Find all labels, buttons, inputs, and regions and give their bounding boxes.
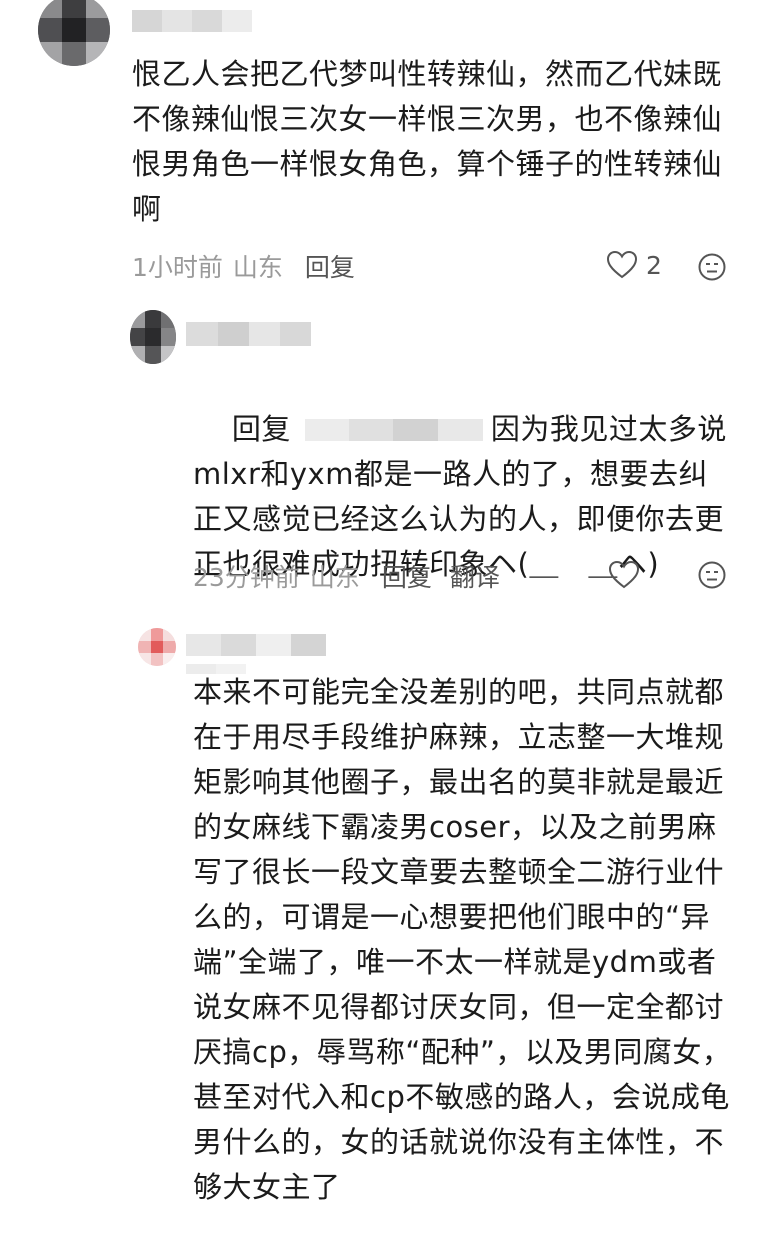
avatar[interactable] (138, 628, 176, 666)
avatar-mosaic (130, 310, 176, 364)
comment-location: 山东 (232, 253, 283, 282)
translate-button[interactable]: 翻译 (450, 558, 500, 594)
username-blurred[interactable] (186, 630, 326, 660)
avatar[interactable] (38, 0, 110, 66)
reply-prefix: 回复 (231, 412, 291, 446)
dislike-face-icon[interactable] (697, 252, 727, 282)
comment-location: 山东 (309, 563, 360, 592)
comment-text: 本来不可能完全没差别的吧，共同点就都在于用尽手段维护麻辣，立志整一大堆规矩影响其… (193, 675, 732, 1204)
reply-button[interactable]: 回复 (382, 558, 432, 594)
comment-meta: 1小时前 山东 回复 (132, 248, 355, 284)
heart-icon (606, 250, 638, 279)
comment-time: 1小时前 (132, 253, 223, 282)
comment-2-reply: 回复 因为我见过太多说mlxr和yxm都是一路人的了，想要去纠正又感觉已经这么认为… (0, 300, 770, 610)
reply-button[interactable]: 回复 (305, 248, 355, 284)
like-count: 2 (646, 250, 662, 280)
comment-3-reply: 本来不可能完全没差别的吧，共同点就都在于用尽手段维护麻辣，立志整一大堆规矩影响其… (0, 610, 770, 1240)
username-blurred[interactable] (186, 318, 311, 350)
username-blurred[interactable] (132, 6, 252, 36)
avatar-mosaic (138, 628, 176, 666)
comment-meta: 23分钟前 山东 回复 翻译 (193, 558, 500, 594)
avatar-mosaic (38, 0, 110, 66)
comment-time: 23分钟前 (193, 563, 300, 592)
heart-icon[interactable] (608, 560, 640, 590)
comment-1: 恨乙人会把乙代梦叫性转辣仙，然而乙代妹既不像辣仙恨三次女一样恨三次男，也不像辣仙… (0, 0, 770, 300)
avatar[interactable] (130, 310, 176, 364)
dislike-face-icon[interactable] (697, 560, 727, 590)
like-button[interactable]: 2 (606, 250, 662, 280)
comment-text: 恨乙人会把乙代梦叫性转辣仙，然而乙代妹既不像辣仙恨三次女一样恨三次男，也不像辣仙… (132, 57, 723, 226)
reply-target-blurred[interactable] (304, 415, 483, 443)
